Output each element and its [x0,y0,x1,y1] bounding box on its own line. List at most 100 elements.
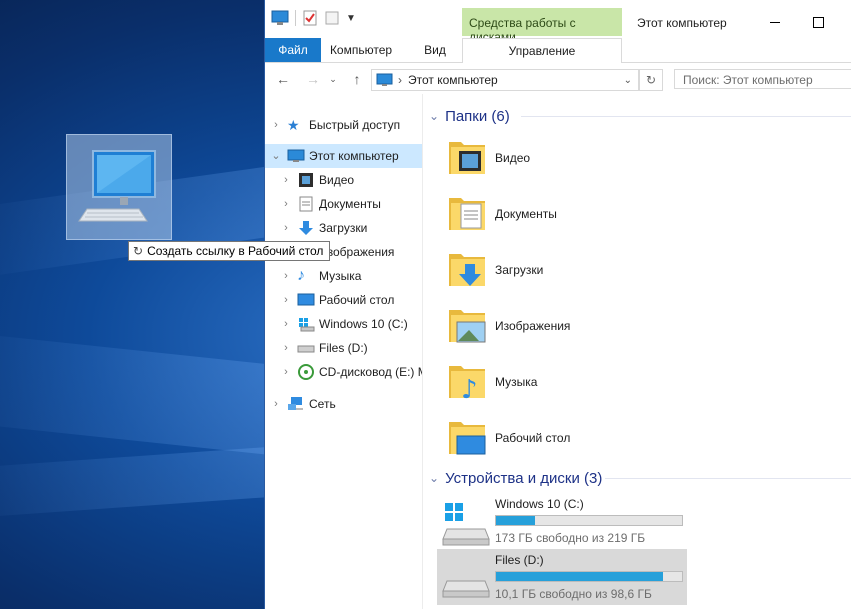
folder-documents[interactable]: Документы [447,192,627,236]
drive-free-space: 173 ГБ свободно из 219 ГБ [495,531,646,545]
nav-item-drive-c[interactable]: › Windows 10 (C:) [279,312,408,336]
computer-icon [376,73,393,86]
nav-item-music[interactable]: › ♪ Музыка [279,264,361,288]
expand-chevron-icon[interactable]: › [279,192,293,216]
expand-chevron-icon[interactable]: › [279,264,293,288]
titlebar: ▼ Средства работы с дисками Этот компьют… [265,0,851,44]
drive-usage-bar [495,571,683,582]
tab-manage[interactable]: Управление [462,38,622,63]
expand-chevron-icon[interactable]: › [279,216,293,240]
expand-chevron-icon[interactable]: › [269,113,283,137]
drive-name: Files (D:) [495,553,544,567]
folder-desktop[interactable]: Рабочий стол [447,416,627,460]
nav-item-label: Музыка [319,269,362,283]
video-folder-icon [449,142,485,174]
maximize-button[interactable] [798,8,838,36]
nav-item-label: Рабочий стол [319,293,395,307]
nav-item-downloads[interactable]: › Загрузки [279,216,367,240]
devices-group-header[interactable]: ⌄ Устройства и диски (3) [429,467,851,489]
svg-text:♪: ♪ [461,375,478,402]
expand-chevron-icon[interactable]: › [279,288,293,312]
folders-group-header[interactable]: ⌄ Папки (6) [429,105,851,127]
collapse-chevron-icon[interactable]: ⌄ [269,144,283,168]
nav-item-drive-d[interactable]: › Files (D:) [279,336,368,360]
video-icon [299,173,313,187]
nav-item-this-pc[interactable]: ⌄ Этот компьютер [265,144,422,168]
folder-label: Видео [495,151,531,165]
folder-music[interactable]: ♪ Музыка [447,360,627,404]
collapse-chevron-icon[interactable]: ⌄ [429,471,439,485]
expand-chevron-icon[interactable]: › [279,336,293,360]
nav-item-videos[interactable]: › Видео [279,168,354,192]
expand-chevron-icon[interactable]: › [269,392,283,416]
customize-qat-icon[interactable]: ▼ [346,13,356,24]
nav-item-label: Этот компьютер [309,149,399,163]
expand-chevron-icon[interactable]: › [279,312,293,336]
nav-item-label: Files (D:) [319,341,368,355]
drive-free-space: 10,1 ГБ свободно из 98,6 ГБ [495,587,652,601]
nav-item-quick-access[interactable]: › ★ Быстрый доступ [269,113,400,137]
link-arrow-icon: ↻ [133,244,144,258]
nav-item-label: CD-дисковод (E:) M [319,365,422,379]
tooltip-text: Создать ссылку в Рабочий стол [147,244,324,258]
refresh-button[interactable]: ↻ [639,69,663,91]
nav-item-label: Видео [319,173,355,187]
forward-button[interactable]: → [303,70,323,88]
recent-locations-icon[interactable]: ⌄ [323,70,343,88]
pictures-folder-icon [449,310,486,343]
nav-item-label: Windows 10 (C:) [319,317,408,331]
nav-item-label: Сеть [309,397,336,411]
group-title: Устройства и диски (3) [445,469,603,487]
nav-item-label: Загрузки [319,221,368,235]
windows-drive-icon [442,503,490,546]
folder-label: Изображения [495,319,571,333]
cd-drive-icon [298,364,314,380]
separator [295,10,296,26]
new-folder-icon[interactable] [324,10,340,26]
drag-tooltip: ↻ Создать ссылку в Рабочий стол [128,241,331,261]
folder-pictures[interactable]: Изображения [447,304,627,348]
contextual-tab-group: Средства работы с дисками [462,8,622,44]
downloads-folder-icon [449,254,485,286]
search-input[interactable]: Поиск: Этот компьютер [674,69,851,89]
music-note-icon: ♪ [297,267,305,284]
properties-icon[interactable] [302,10,318,26]
minimize-button[interactable] [755,8,795,36]
document-icon [299,196,313,212]
tab-computer[interactable]: Компьютер [327,38,395,62]
drive-c[interactable]: Windows 10 (C:) 173 ГБ свободно из 219 Г… [437,493,687,549]
address-dropdown-icon[interactable]: ⌄ [624,75,632,86]
folder-label: Рабочий стол [495,431,571,445]
nav-item-label: Быстрый доступ [309,118,401,132]
address-text: Этот компьютер [408,73,498,87]
drive-d[interactable]: Files (D:) 10,1 ГБ свободно из 98,6 ГБ [437,549,687,605]
dragged-this-pc-icon[interactable] [66,134,172,240]
nav-item-documents[interactable]: › Документы [279,192,381,216]
tab-file[interactable]: Файл [265,38,321,62]
folder-label: Музыка [495,375,538,389]
breadcrumb-chevron-icon: › [398,73,402,87]
windows-drive-icon [299,318,315,332]
nav-item-drive-e[interactable]: › CD-дисковод (E:) M [279,360,422,384]
nav-item-desktop[interactable]: › Рабочий стол [279,288,394,312]
desktop-icon [297,293,315,306]
desktop-folder-icon [449,422,486,455]
network-icon [288,397,303,410]
drive-usage-fill [496,572,664,581]
expand-chevron-icon[interactable]: › [279,168,293,192]
collapse-chevron-icon[interactable]: ⌄ [429,109,439,123]
content-pane: ⌄ Папки (6) Видео Документы Загрузки Изо… [423,94,851,609]
music-folder-icon: ♪ [449,366,485,402]
computer-icon [271,10,289,25]
folder-label: Загрузки [495,263,544,277]
tab-view[interactable]: Вид [417,38,453,62]
expand-chevron-icon[interactable]: › [279,360,293,384]
up-button[interactable]: ↑ [347,70,367,88]
back-button[interactable]: ← [273,70,293,88]
address-row: ← → ⌄ ↑ › Этот компьютер ⌄ ↻ Поиск: Этот… [265,64,851,94]
address-bar[interactable]: › Этот компьютер ⌄ [371,69,639,91]
folder-downloads[interactable]: Загрузки [447,248,627,292]
nav-item-network[interactable]: › Сеть [269,392,336,416]
quick-access-toolbar: ▼ [271,10,356,26]
folder-videos[interactable]: Видео [447,136,627,180]
